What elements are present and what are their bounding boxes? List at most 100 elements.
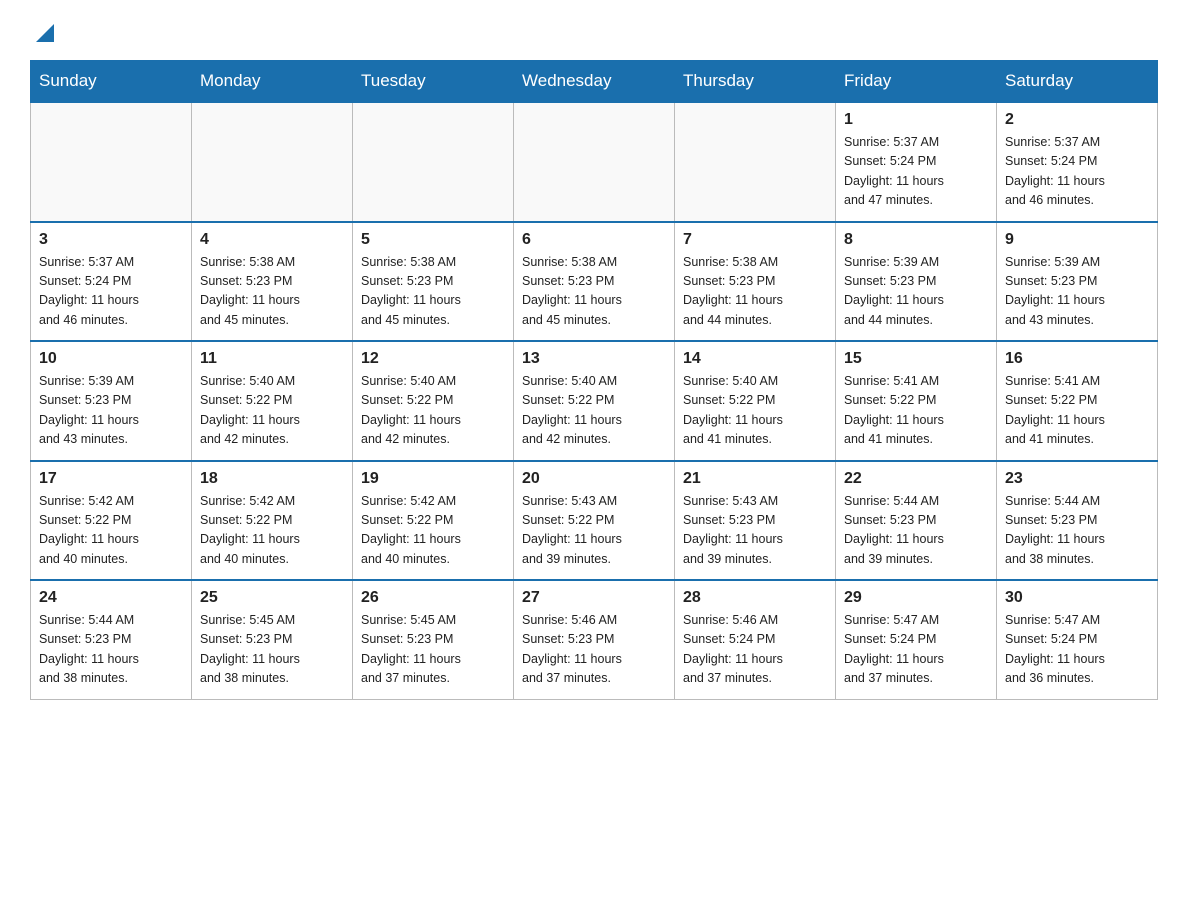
calendar-cell: [192, 102, 353, 222]
day-number: 28: [683, 589, 827, 607]
day-info: Sunrise: 5:39 AM Sunset: 5:23 PM Dayligh…: [1005, 253, 1149, 331]
day-number: 15: [844, 350, 988, 368]
day-info: Sunrise: 5:47 AM Sunset: 5:24 PM Dayligh…: [844, 611, 988, 689]
day-number: 7: [683, 231, 827, 249]
day-number: 23: [1005, 470, 1149, 488]
calendar-cell: 30 Sunrise: 5:47 AM Sunset: 5:24 PM Dayli…: [997, 580, 1158, 699]
day-info: Sunrise: 5:42 AM Sunset: 5:22 PM Dayligh…: [361, 492, 505, 570]
day-number: 26: [361, 589, 505, 607]
day-info: Sunrise: 5:44 AM Sunset: 5:23 PM Dayligh…: [39, 611, 183, 689]
day-header-saturday: Saturday: [997, 61, 1158, 103]
day-info: Sunrise: 5:37 AM Sunset: 5:24 PM Dayligh…: [844, 133, 988, 211]
calendar-cell: 26 Sunrise: 5:45 AM Sunset: 5:23 PM Dayli…: [353, 580, 514, 699]
day-info: Sunrise: 5:37 AM Sunset: 5:24 PM Dayligh…: [1005, 133, 1149, 211]
day-header-tuesday: Tuesday: [353, 61, 514, 103]
day-number: 9: [1005, 231, 1149, 249]
calendar-header-row: SundayMondayTuesdayWednesdayThursdayFrid…: [31, 61, 1158, 103]
day-info: Sunrise: 5:42 AM Sunset: 5:22 PM Dayligh…: [39, 492, 183, 570]
day-header-wednesday: Wednesday: [514, 61, 675, 103]
day-number: 11: [200, 350, 344, 368]
day-number: 3: [39, 231, 183, 249]
day-number: 20: [522, 470, 666, 488]
day-info: Sunrise: 5:40 AM Sunset: 5:22 PM Dayligh…: [522, 372, 666, 450]
day-info: Sunrise: 5:46 AM Sunset: 5:24 PM Dayligh…: [683, 611, 827, 689]
day-info: Sunrise: 5:43 AM Sunset: 5:23 PM Dayligh…: [683, 492, 827, 570]
day-number: 1: [844, 111, 988, 129]
day-info: Sunrise: 5:45 AM Sunset: 5:23 PM Dayligh…: [200, 611, 344, 689]
calendar-cell: 25 Sunrise: 5:45 AM Sunset: 5:23 PM Dayli…: [192, 580, 353, 699]
calendar-cell: 15 Sunrise: 5:41 AM Sunset: 5:22 PM Dayli…: [836, 341, 997, 461]
calendar-cell: [31, 102, 192, 222]
logo: [30, 20, 54, 42]
calendar-cell: 12 Sunrise: 5:40 AM Sunset: 5:22 PM Dayli…: [353, 341, 514, 461]
day-number: 5: [361, 231, 505, 249]
day-info: Sunrise: 5:39 AM Sunset: 5:23 PM Dayligh…: [39, 372, 183, 450]
day-info: Sunrise: 5:41 AM Sunset: 5:22 PM Dayligh…: [1005, 372, 1149, 450]
calendar-cell: 16Sunrise: 5:41 AM Sunset: 5:22 PM Dayli…: [997, 341, 1158, 461]
day-info: Sunrise: 5:38 AM Sunset: 5:23 PM Dayligh…: [522, 253, 666, 331]
day-header-sunday: Sunday: [31, 61, 192, 103]
day-number: 17: [39, 470, 183, 488]
week-row-5: 24 Sunrise: 5:44 AM Sunset: 5:23 PM Dayli…: [31, 580, 1158, 699]
day-info: Sunrise: 5:38 AM Sunset: 5:23 PM Dayligh…: [683, 253, 827, 331]
day-number: 13: [522, 350, 666, 368]
calendar-cell: 2 Sunrise: 5:37 AM Sunset: 5:24 PM Daylig…: [997, 102, 1158, 222]
day-number: 2: [1005, 111, 1149, 129]
day-info: Sunrise: 5:44 AM Sunset: 5:23 PM Dayligh…: [1005, 492, 1149, 570]
calendar-cell: 10Sunrise: 5:39 AM Sunset: 5:23 PM Dayli…: [31, 341, 192, 461]
day-number: 14: [683, 350, 827, 368]
day-info: Sunrise: 5:40 AM Sunset: 5:22 PM Dayligh…: [200, 372, 344, 450]
day-number: 30: [1005, 589, 1149, 607]
calendar-cell: 21Sunrise: 5:43 AM Sunset: 5:23 PM Dayli…: [675, 461, 836, 581]
day-number: 12: [361, 350, 505, 368]
calendar-cell: 28 Sunrise: 5:46 AM Sunset: 5:24 PM Dayli…: [675, 580, 836, 699]
calendar-cell: 20 Sunrise: 5:43 AM Sunset: 5:22 PM Dayli…: [514, 461, 675, 581]
week-row-2: 3Sunrise: 5:37 AM Sunset: 5:24 PM Daylig…: [31, 222, 1158, 342]
calendar-cell: 27Sunrise: 5:46 AM Sunset: 5:23 PM Dayli…: [514, 580, 675, 699]
calendar-cell: 14 Sunrise: 5:40 AM Sunset: 5:22 PM Dayli…: [675, 341, 836, 461]
day-header-monday: Monday: [192, 61, 353, 103]
day-number: 25: [200, 589, 344, 607]
calendar-cell: 19 Sunrise: 5:42 AM Sunset: 5:22 PM Dayli…: [353, 461, 514, 581]
day-number: 4: [200, 231, 344, 249]
calendar-cell: 4 Sunrise: 5:38 AM Sunset: 5:23 PM Daylig…: [192, 222, 353, 342]
day-number: 22: [844, 470, 988, 488]
calendar-cell: 24 Sunrise: 5:44 AM Sunset: 5:23 PM Dayli…: [31, 580, 192, 699]
day-info: Sunrise: 5:39 AM Sunset: 5:23 PM Dayligh…: [844, 253, 988, 331]
calendar-cell: 11 Sunrise: 5:40 AM Sunset: 5:22 PM Dayli…: [192, 341, 353, 461]
day-info: Sunrise: 5:46 AM Sunset: 5:23 PM Dayligh…: [522, 611, 666, 689]
calendar-cell: 22 Sunrise: 5:44 AM Sunset: 5:23 PM Dayli…: [836, 461, 997, 581]
day-info: Sunrise: 5:44 AM Sunset: 5:23 PM Dayligh…: [844, 492, 988, 570]
calendar-cell: 9 Sunrise: 5:39 AM Sunset: 5:23 PM Daylig…: [997, 222, 1158, 342]
day-info: Sunrise: 5:43 AM Sunset: 5:22 PM Dayligh…: [522, 492, 666, 570]
calendar-cell: [353, 102, 514, 222]
calendar-cell: [675, 102, 836, 222]
day-info: Sunrise: 5:38 AM Sunset: 5:23 PM Dayligh…: [200, 253, 344, 331]
week-row-3: 10Sunrise: 5:39 AM Sunset: 5:23 PM Dayli…: [31, 341, 1158, 461]
day-info: Sunrise: 5:40 AM Sunset: 5:22 PM Dayligh…: [683, 372, 827, 450]
day-info: Sunrise: 5:42 AM Sunset: 5:22 PM Dayligh…: [200, 492, 344, 570]
day-info: Sunrise: 5:47 AM Sunset: 5:24 PM Dayligh…: [1005, 611, 1149, 689]
day-number: 24: [39, 589, 183, 607]
day-number: 8: [844, 231, 988, 249]
calendar-cell: 6Sunrise: 5:38 AM Sunset: 5:23 PM Daylig…: [514, 222, 675, 342]
calendar-cell: 17 Sunrise: 5:42 AM Sunset: 5:22 PM Dayli…: [31, 461, 192, 581]
calendar-cell: 18 Sunrise: 5:42 AM Sunset: 5:22 PM Dayli…: [192, 461, 353, 581]
day-number: 29: [844, 589, 988, 607]
calendar-cell: 29 Sunrise: 5:47 AM Sunset: 5:24 PM Dayli…: [836, 580, 997, 699]
calendar-cell: 8 Sunrise: 5:39 AM Sunset: 5:23 PM Daylig…: [836, 222, 997, 342]
calendar-cell: 1 Sunrise: 5:37 AM Sunset: 5:24 PM Daylig…: [836, 102, 997, 222]
day-info: Sunrise: 5:40 AM Sunset: 5:22 PM Dayligh…: [361, 372, 505, 450]
calendar-cell: 23 Sunrise: 5:44 AM Sunset: 5:23 PM Dayli…: [997, 461, 1158, 581]
day-number: 18: [200, 470, 344, 488]
day-info: Sunrise: 5:41 AM Sunset: 5:22 PM Dayligh…: [844, 372, 988, 450]
day-info: Sunrise: 5:45 AM Sunset: 5:23 PM Dayligh…: [361, 611, 505, 689]
calendar-cell: 13 Sunrise: 5:40 AM Sunset: 5:22 PM Dayli…: [514, 341, 675, 461]
calendar-cell: 3Sunrise: 5:37 AM Sunset: 5:24 PM Daylig…: [31, 222, 192, 342]
page-header: [30, 20, 1158, 42]
day-header-friday: Friday: [836, 61, 997, 103]
day-info: Sunrise: 5:38 AM Sunset: 5:23 PM Dayligh…: [361, 253, 505, 331]
day-number: 19: [361, 470, 505, 488]
week-row-1: 1 Sunrise: 5:37 AM Sunset: 5:24 PM Daylig…: [31, 102, 1158, 222]
calendar-table: SundayMondayTuesdayWednesdayThursdayFrid…: [30, 60, 1158, 700]
